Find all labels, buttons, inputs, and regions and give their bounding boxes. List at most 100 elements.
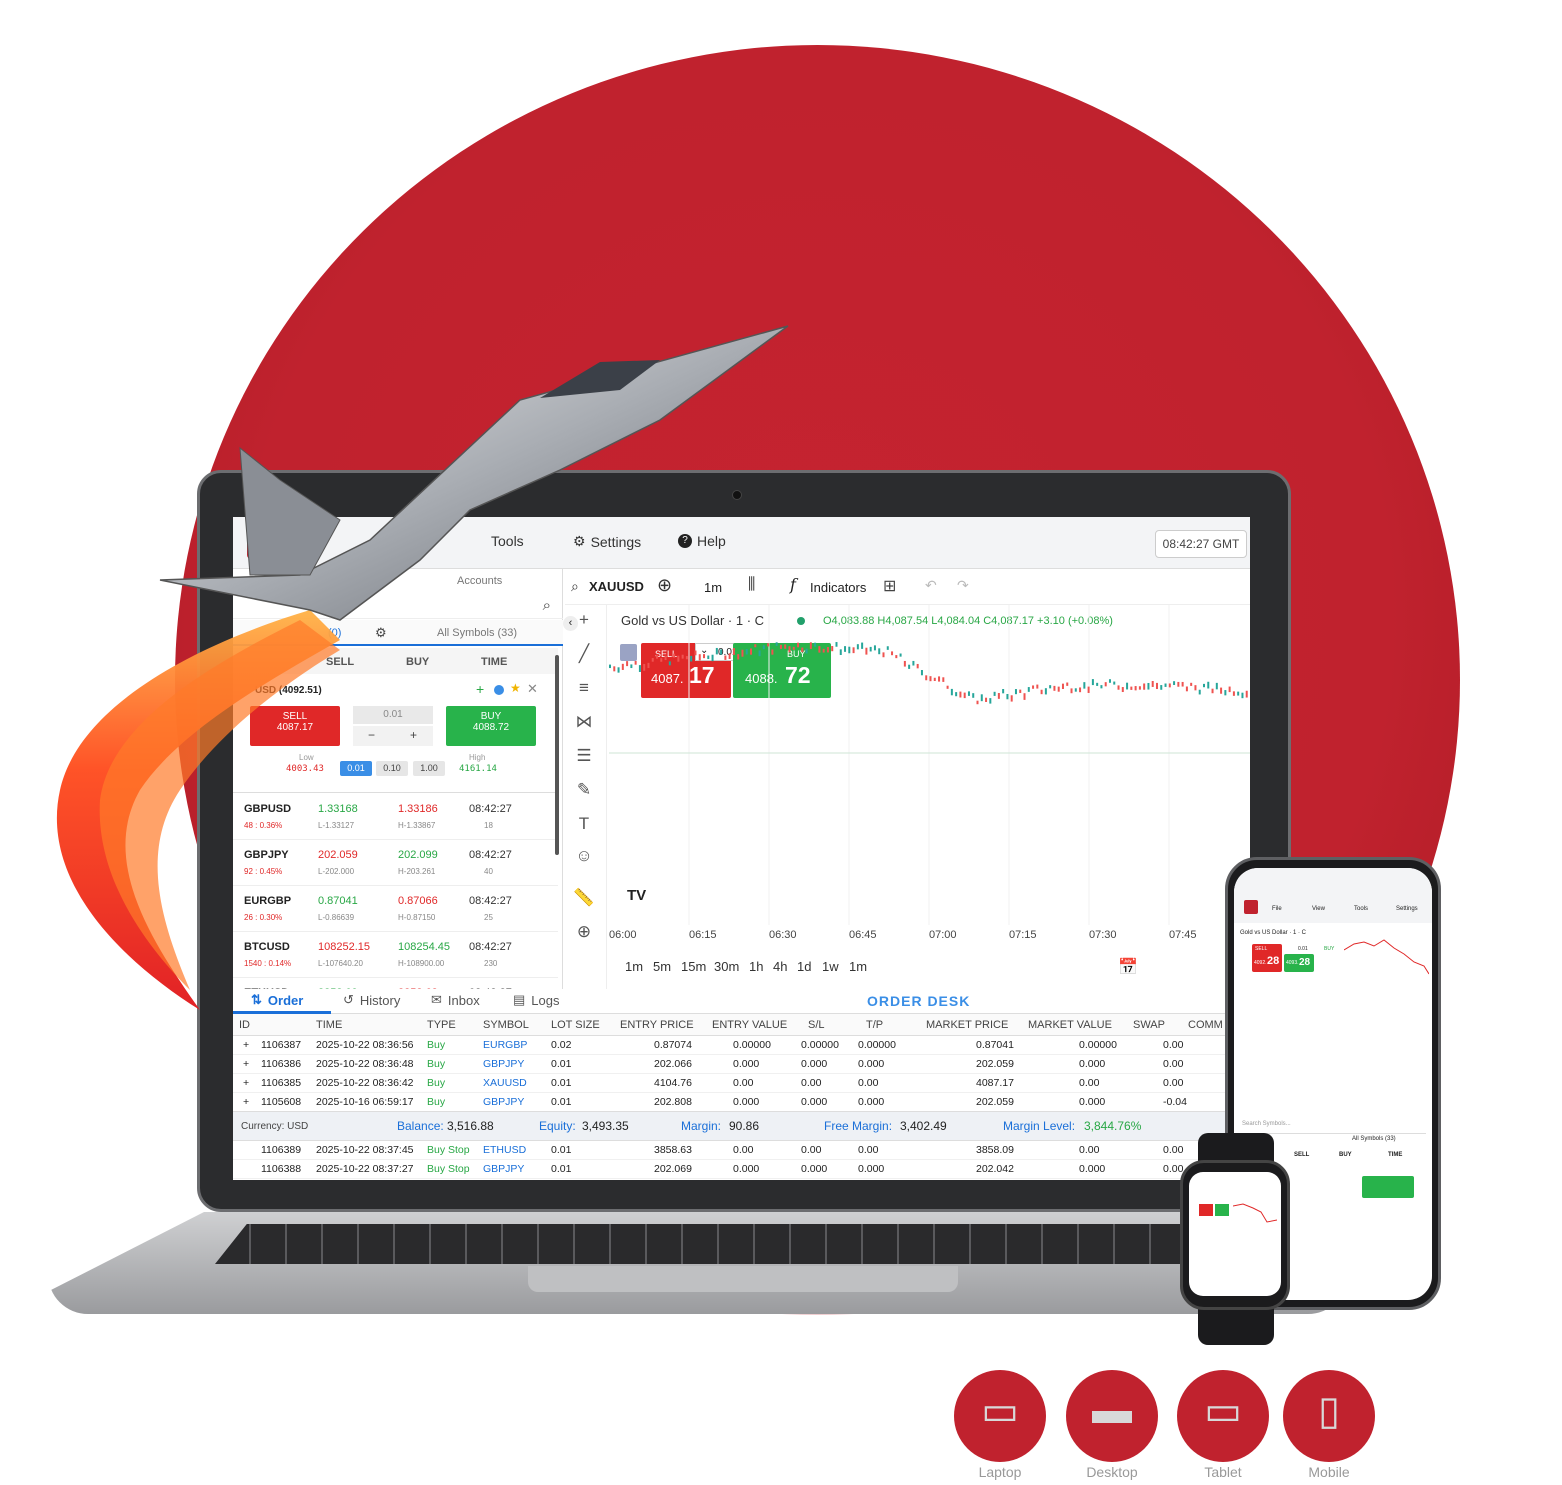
- candle: [976, 700, 979, 705]
- order-cell: 3858.09: [976, 1144, 1014, 1156]
- candle: [1138, 686, 1141, 690]
- candle: [993, 691, 996, 696]
- order-cell: 0.00000: [1079, 1039, 1117, 1051]
- orders-col-header[interactable]: COMM: [1188, 1019, 1223, 1031]
- device-desktop-button[interactable]: ▬: [1066, 1370, 1158, 1462]
- phone-header: File View Tools Settings: [1234, 868, 1432, 923]
- candle: [1096, 682, 1099, 686]
- candle: [878, 648, 881, 655]
- candle: [989, 698, 992, 704]
- phone-search[interactable]: Search Symbols...: [1240, 1118, 1426, 1134]
- order-cell: 0.01: [551, 1144, 572, 1156]
- laptop-trackpad: [528, 1266, 958, 1292]
- order-cell: 202.066: [654, 1058, 692, 1070]
- watch-chart: [1233, 1203, 1277, 1223]
- candle: [1237, 691, 1240, 696]
- phone-menu-settings[interactable]: Settings: [1396, 906, 1418, 912]
- candle: [959, 691, 962, 698]
- order-cell: 3858.63: [654, 1144, 692, 1156]
- candle: [861, 642, 864, 649]
- candle: [908, 664, 911, 669]
- order-row[interactable]: +1106385 2025-10-22 08:36:42 Buy XAUUSD 0.01…: [233, 1074, 1250, 1093]
- phone-sell-button[interactable]: SELL 4092. 28: [1252, 944, 1282, 972]
- order-cell: 0.01: [551, 1077, 572, 1089]
- phone-search-placeholder: Search Symbols...: [1242, 1121, 1291, 1127]
- candle: [801, 647, 804, 653]
- phone-menu-file[interactable]: File: [1272, 906, 1282, 912]
- phone-menu-tools[interactable]: Tools: [1354, 906, 1368, 912]
- expand-row-icon[interactable]: +: [243, 1058, 249, 1070]
- order-cell: 0.87041: [976, 1039, 1014, 1051]
- account-summary: Currency: USD Balance: 3,516.88 Equity: …: [233, 1111, 1250, 1141]
- order-row[interactable]: +1106386 2025-10-22 08:36:48 Buy GBPJPY 0.01…: [233, 1055, 1250, 1074]
- orders-col-header[interactable]: S/L: [808, 1019, 825, 1031]
- order-cell: 1106387: [261, 1039, 302, 1051]
- candle: [1198, 689, 1201, 695]
- watch-strap: [1198, 1305, 1274, 1345]
- watch-sell-button[interactable]: [1199, 1204, 1213, 1216]
- timeframe-button[interactable]: 1m: [849, 959, 867, 974]
- candle: [1113, 681, 1116, 685]
- device-label: Tablet: [1204, 1464, 1242, 1480]
- order-cell: GBPJPY: [483, 1058, 525, 1070]
- jet-illustration: [56, 325, 789, 1010]
- order-cell: 202.042: [976, 1163, 1014, 1175]
- candle: [942, 677, 945, 682]
- undo-icon[interactable]: ↶: [925, 577, 937, 594]
- phone-row-buy-button[interactable]: [1362, 1176, 1414, 1198]
- layout-grid-icon[interactable]: ⊞: [883, 576, 896, 596]
- device-laptop-button[interactable]: ▭: [954, 1370, 1046, 1462]
- orders-col-header[interactable]: MARKET VALUE: [1028, 1019, 1112, 1031]
- order-cell: EURGBP: [483, 1039, 528, 1051]
- expand-row-icon[interactable]: +: [243, 1077, 249, 1089]
- candle: [1228, 686, 1231, 693]
- candle: [826, 647, 829, 653]
- redo-icon[interactable]: ↷: [957, 577, 969, 594]
- candle: [1168, 683, 1171, 688]
- indicators-button[interactable]: Indicators: [810, 580, 866, 595]
- balance-value: 3,516.88: [447, 1119, 494, 1133]
- orders-col-header[interactable]: T/P: [866, 1019, 883, 1031]
- candle: [1036, 684, 1039, 689]
- order-row[interactable]: 1106388 2025-10-22 08:37:27 Buy Stop GBPJPY…: [233, 1160, 1250, 1179]
- candle: [1002, 688, 1005, 694]
- candle: [1074, 688, 1077, 692]
- order-row[interactable]: 1106389 2025-10-22 08:37:45 Buy Stop ETHUSD…: [233, 1141, 1250, 1160]
- candle: [963, 692, 966, 699]
- orders-col-header[interactable]: MARKET PRICE: [926, 1019, 1008, 1031]
- candle: [1100, 685, 1103, 689]
- order-cell: 0.00: [1079, 1144, 1100, 1156]
- candle: [1070, 688, 1073, 694]
- watch-buy-button[interactable]: [1215, 1204, 1229, 1216]
- order-cell: 0.00000: [858, 1039, 896, 1051]
- phone-sell-price-prefix: 4092.: [1254, 960, 1267, 966]
- candle: [1040, 689, 1043, 695]
- timeframe-button[interactable]: 1w: [822, 959, 839, 974]
- candle: [1104, 682, 1107, 687]
- order-cell: 0.00: [801, 1077, 822, 1089]
- candle: [980, 694, 983, 702]
- phone-tab-all-symbols[interactable]: All Symbols (33): [1352, 1136, 1396, 1142]
- tablet-icon: ▭: [1204, 1389, 1242, 1433]
- expand-row-icon[interactable]: +: [243, 1096, 249, 1108]
- candle: [1143, 683, 1146, 690]
- phone-buy-button[interactable]: 4093. 28: [1284, 954, 1314, 972]
- expand-row-icon[interactable]: +: [243, 1039, 249, 1051]
- order-cell: 0.00: [733, 1077, 754, 1089]
- phone-lot[interactable]: 0.01: [1298, 946, 1308, 952]
- order-cell: Buy Stop: [427, 1163, 470, 1175]
- orders-col-header[interactable]: SWAP: [1133, 1019, 1165, 1031]
- candle: [1245, 690, 1248, 698]
- phone-menu-view[interactable]: View: [1312, 906, 1325, 912]
- date-range-icon[interactable]: 📅: [1118, 957, 1138, 977]
- device-tablet-button[interactable]: ▭: [1177, 1370, 1269, 1462]
- order-cell: 0.01: [551, 1163, 572, 1175]
- candle: [1181, 681, 1184, 687]
- candle: [1241, 692, 1244, 699]
- order-cell: 0.00: [801, 1144, 822, 1156]
- mobile-icon: ▯: [1317, 1389, 1340, 1433]
- order-cell: 0.00: [1079, 1077, 1100, 1089]
- device-mobile-button[interactable]: ▯: [1283, 1370, 1375, 1462]
- candle: [903, 660, 906, 667]
- order-row[interactable]: +1105608 2025-10-16 06:59:17 Buy GBPJPY 0.01…: [233, 1093, 1250, 1112]
